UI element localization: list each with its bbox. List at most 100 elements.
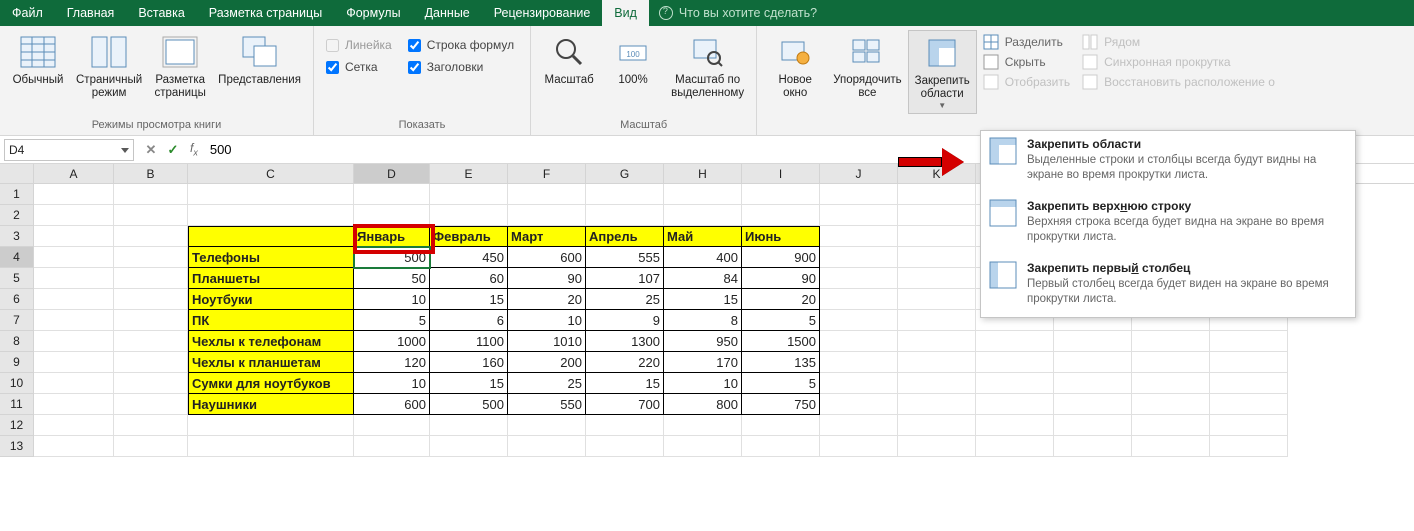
cell[interactable] xyxy=(742,436,820,457)
col-header-K[interactable]: K xyxy=(898,164,976,183)
cell[interactable] xyxy=(1210,352,1288,373)
fx-icon[interactable]: fx xyxy=(184,141,204,157)
cell[interactable]: 1100 xyxy=(430,331,508,352)
cell[interactable] xyxy=(898,268,976,289)
cell[interactable]: 120 xyxy=(354,352,430,373)
cell[interactable]: 160 xyxy=(430,352,508,373)
freeze-panes-button[interactable]: Закрепить области ▼ xyxy=(908,30,977,114)
cell[interactable]: Ноутбуки xyxy=(188,289,354,310)
cell[interactable] xyxy=(1210,394,1288,415)
arrange-all-button[interactable]: Упорядочить все xyxy=(827,30,907,102)
cell[interactable]: 15 xyxy=(430,289,508,310)
row-header[interactable]: 3 xyxy=(0,226,34,247)
col-header-J[interactable]: J xyxy=(820,164,898,183)
cell[interactable] xyxy=(1054,331,1132,352)
cell[interactable] xyxy=(1132,331,1210,352)
formula-bar-checkbox[interactable]: Строка формул xyxy=(408,38,514,52)
hide-button[interactable]: Скрыть xyxy=(983,54,1070,70)
headings-checkbox[interactable]: Заголовки xyxy=(408,60,514,74)
cell[interactable] xyxy=(820,289,898,310)
cell[interactable] xyxy=(354,205,430,226)
cell[interactable] xyxy=(976,352,1054,373)
cell[interactable] xyxy=(898,373,976,394)
row-header[interactable]: 5 xyxy=(0,268,34,289)
col-header-F[interactable]: F xyxy=(508,164,586,183)
cell[interactable] xyxy=(820,184,898,205)
cell[interactable] xyxy=(430,415,508,436)
split-button[interactable]: Разделить xyxy=(983,34,1070,50)
cell[interactable]: Сумки для ноутбуков xyxy=(188,373,354,394)
cell[interactable]: Январь xyxy=(354,226,430,247)
cell[interactable] xyxy=(742,415,820,436)
col-header-E[interactable]: E xyxy=(430,164,508,183)
cell[interactable] xyxy=(34,226,114,247)
cell[interactable] xyxy=(34,352,114,373)
cell[interactable]: 5 xyxy=(742,373,820,394)
cell[interactable] xyxy=(1132,373,1210,394)
freeze-first-col-item[interactable]: Закрепить первый столбец Первый столбец … xyxy=(981,255,1355,317)
tab-data[interactable]: Данные xyxy=(413,0,482,26)
row-header[interactable]: 9 xyxy=(0,352,34,373)
cell[interactable] xyxy=(820,205,898,226)
cell[interactable] xyxy=(820,415,898,436)
col-header-A[interactable]: A xyxy=(34,164,114,183)
cell[interactable] xyxy=(1132,352,1210,373)
tab-home[interactable]: Главная xyxy=(55,0,127,26)
cell[interactable] xyxy=(820,352,898,373)
cell[interactable] xyxy=(742,205,820,226)
cell[interactable]: 500 xyxy=(430,394,508,415)
cell[interactable] xyxy=(34,268,114,289)
cell[interactable] xyxy=(114,394,188,415)
cell[interactable] xyxy=(34,436,114,457)
cell[interactable] xyxy=(742,184,820,205)
cell[interactable] xyxy=(898,247,976,268)
cell[interactable]: 600 xyxy=(354,394,430,415)
cell[interactable] xyxy=(898,226,976,247)
select-all-corner[interactable] xyxy=(0,164,34,183)
tab-review[interactable]: Рецензирование xyxy=(482,0,603,26)
cell[interactable]: 90 xyxy=(742,268,820,289)
cell[interactable]: 10 xyxy=(354,373,430,394)
cell[interactable] xyxy=(1210,436,1288,457)
cell[interactable] xyxy=(114,289,188,310)
cell[interactable]: Чехлы к планшетам xyxy=(188,352,354,373)
unhide-button[interactable]: Отобразить xyxy=(983,74,1070,90)
cell[interactable] xyxy=(1210,415,1288,436)
cell[interactable]: 600 xyxy=(508,247,586,268)
cell[interactable] xyxy=(820,247,898,268)
tab-formulas[interactable]: Формулы xyxy=(334,0,412,26)
cell[interactable]: 25 xyxy=(586,289,664,310)
col-header-D[interactable]: D xyxy=(354,164,430,183)
cell[interactable] xyxy=(1132,394,1210,415)
cell[interactable] xyxy=(114,373,188,394)
row-header[interactable]: 2 xyxy=(0,205,34,226)
cell[interactable] xyxy=(34,184,114,205)
cell[interactable]: 700 xyxy=(586,394,664,415)
cell[interactable] xyxy=(430,184,508,205)
cell[interactable]: 450 xyxy=(430,247,508,268)
cell[interactable] xyxy=(820,268,898,289)
tab-file[interactable]: Файл xyxy=(0,0,55,26)
cell[interactable]: 25 xyxy=(508,373,586,394)
cell[interactable] xyxy=(898,289,976,310)
cell[interactable]: Чехлы к телефонам xyxy=(188,331,354,352)
zoom-button[interactable]: Масштаб xyxy=(537,30,601,89)
row-header[interactable]: 8 xyxy=(0,331,34,352)
cell[interactable] xyxy=(898,394,976,415)
cell[interactable]: Апрель xyxy=(586,226,664,247)
cell[interactable] xyxy=(976,331,1054,352)
col-header-H[interactable]: H xyxy=(664,164,742,183)
ruler-checkbox[interactable]: Линейка xyxy=(326,38,392,52)
page-break-button[interactable]: Страничный режим xyxy=(70,30,148,102)
name-box[interactable]: D4 xyxy=(4,139,134,161)
col-header-B[interactable]: B xyxy=(114,164,188,183)
cell[interactable] xyxy=(820,394,898,415)
cell[interactable] xyxy=(34,247,114,268)
cell[interactable] xyxy=(820,226,898,247)
cell[interactable] xyxy=(188,184,354,205)
cell[interactable] xyxy=(898,436,976,457)
cell[interactable]: 750 xyxy=(742,394,820,415)
cancel-formula-button[interactable]: ✕ xyxy=(140,139,162,161)
cell[interactable] xyxy=(114,247,188,268)
cell[interactable] xyxy=(664,436,742,457)
